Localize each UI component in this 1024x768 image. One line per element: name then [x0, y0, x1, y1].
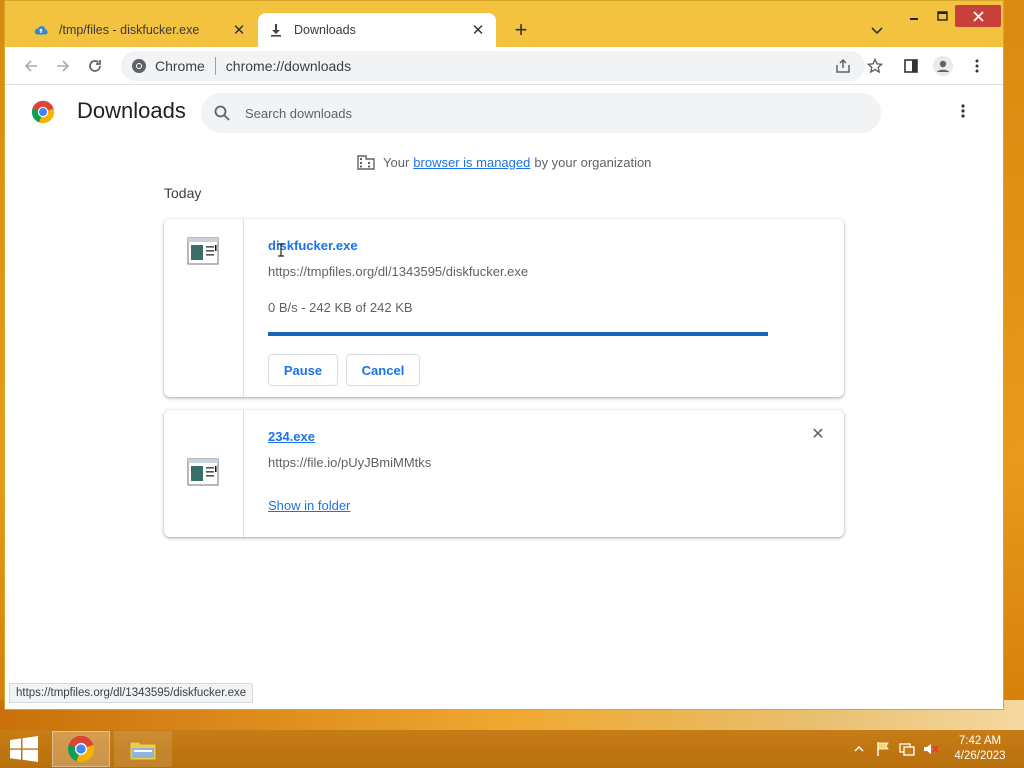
- search-downloads[interactable]: [201, 93, 881, 133]
- browser-toolbar: Chrome chrome://downloads: [5, 47, 1003, 85]
- maximize-button[interactable]: [931, 5, 953, 27]
- text-cursor-icon: [278, 243, 284, 257]
- download-status: 0 B/s - 242 KB of 242 KB: [268, 300, 413, 315]
- tab-search-chevron-icon[interactable]: [867, 21, 887, 41]
- chrome-logo-icon: [31, 100, 55, 124]
- clock-date: 4/26/2023: [954, 750, 1006, 762]
- close-tab-icon[interactable]: ✕: [231, 22, 247, 39]
- new-tab-button[interactable]: +: [509, 17, 533, 42]
- url-text: chrome://downloads: [225, 58, 352, 74]
- taskbar-chrome-button[interactable]: [52, 731, 110, 767]
- section-heading-today: Today: [164, 185, 202, 201]
- exe-file-icon: [187, 237, 219, 265]
- taskbar: 7:42 AM 4/26/2023: [0, 730, 1024, 768]
- download-filename[interactable]: 234.exe: [268, 429, 315, 444]
- network-icon[interactable]: [898, 740, 916, 758]
- managed-notice: Your browser is managed by your organiza…: [357, 153, 651, 171]
- chrome-window: /tmp/files - diskfucker.exe ✕ Downloads …: [4, 0, 1004, 710]
- download-icon: [268, 22, 284, 38]
- clock-time: 7:42 AM: [958, 735, 1002, 747]
- minimize-button[interactable]: [903, 5, 925, 27]
- omnibox-divider: [214, 57, 216, 75]
- managed-suffix: by your organization: [534, 154, 652, 170]
- close-tab-icon[interactable]: ✕: [470, 22, 486, 39]
- more-actions-icon[interactable]: [953, 101, 973, 121]
- address-bar[interactable]: Chrome chrome://downloads: [121, 51, 883, 81]
- file-icon-column: [164, 410, 244, 537]
- tab-title: /tmp/files - diskfucker.exe: [59, 23, 200, 37]
- remove-from-list-icon[interactable]: ✕: [810, 426, 826, 443]
- show-in-folder-link[interactable]: Show in folder: [268, 498, 350, 513]
- file-icon-column: [164, 219, 244, 397]
- page-title: Downloads: [77, 98, 186, 123]
- scheme-label: Chrome: [155, 58, 205, 74]
- download-details: diskfucker.exe https://tmpfiles.org/dl/1…: [268, 219, 844, 397]
- cancel-button[interactable]: Cancel: [346, 354, 420, 386]
- tab-tmpfiles[interactable]: /tmp/files - diskfucker.exe ✕: [23, 13, 257, 47]
- system-clock[interactable]: 7:42 AM 4/26/2023: [946, 734, 1014, 764]
- progress-fill: [268, 332, 768, 336]
- downloads-header: Downloads: [5, 85, 1003, 139]
- volume-muted-icon[interactable]: [922, 740, 940, 758]
- download-item: 234.exe https://file.io/pUyJBmiMMtks Sho…: [164, 410, 844, 537]
- download-item: diskfucker.exe https://tmpfiles.org/dl/1…: [164, 219, 844, 397]
- link-status-bubble: https://tmpfiles.org/dl/1343595/diskfuck…: [9, 683, 254, 703]
- search-icon: [214, 105, 230, 121]
- folder-icon: [129, 741, 157, 761]
- forward-arrow-icon[interactable]: [51, 54, 75, 78]
- building-icon: [357, 155, 375, 170]
- pause-button[interactable]: Pause: [268, 354, 338, 386]
- download-progress-bar: [268, 332, 768, 336]
- tab-strip: /tmp/files - diskfucker.exe ✕ Downloads …: [5, 1, 1003, 47]
- share-icon[interactable]: [831, 54, 855, 78]
- profile-avatar-icon[interactable]: [931, 54, 955, 78]
- show-hidden-icons-arrow-icon[interactable]: [850, 740, 868, 758]
- downloads-page: Downloads Your browser is managed by you…: [5, 85, 1003, 709]
- exe-file-icon: [187, 458, 219, 486]
- tab-title: Downloads: [294, 23, 356, 37]
- tab-downloads[interactable]: Downloads ✕: [258, 13, 496, 47]
- reload-icon[interactable]: [83, 54, 107, 78]
- download-url: https://tmpfiles.org/dl/1343595/diskfuck…: [268, 264, 529, 279]
- chrome-scheme-icon: [132, 59, 146, 73]
- cloud-upload-icon: [33, 22, 49, 38]
- close-window-button[interactable]: [955, 5, 1001, 27]
- back-arrow-icon[interactable]: [19, 54, 43, 78]
- action-center-flag-icon[interactable]: [874, 740, 892, 758]
- browser-managed-link[interactable]: browser is managed: [413, 155, 530, 170]
- download-details: 234.exe https://file.io/pUyJBmiMMtks Sho…: [268, 410, 844, 537]
- taskbar-file-explorer-button[interactable]: [114, 731, 172, 767]
- chrome-taskbar-icon: [68, 735, 94, 762]
- search-input[interactable]: [245, 105, 845, 121]
- side-panel-icon[interactable]: [899, 54, 923, 78]
- windows-start-icon[interactable]: [8, 736, 40, 762]
- download-url: https://file.io/pUyJBmiMMtks: [268, 455, 432, 470]
- chrome-menu-icon[interactable]: [965, 54, 989, 78]
- bookmark-star-icon[interactable]: [863, 54, 887, 78]
- managed-prefix: Your: [383, 154, 410, 170]
